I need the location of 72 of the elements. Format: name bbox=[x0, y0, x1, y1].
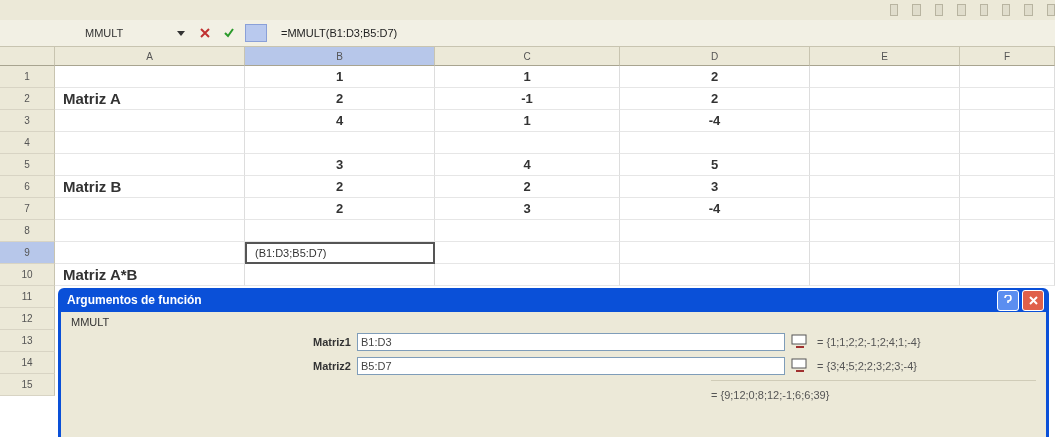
row-header[interactable]: 10 bbox=[0, 264, 55, 286]
close-icon bbox=[1028, 295, 1038, 305]
table-cell: 4 bbox=[245, 110, 435, 132]
table-cell: 1 bbox=[245, 66, 435, 88]
table-cell: 2 bbox=[245, 176, 435, 198]
column-header[interactable]: B bbox=[245, 47, 435, 66]
table-cell: 2 bbox=[620, 88, 810, 110]
table-cell: 3 bbox=[435, 198, 620, 220]
table-cell: 1 bbox=[435, 66, 620, 88]
select-all-corner[interactable] bbox=[0, 47, 55, 66]
toolbar-icon[interactable] bbox=[890, 4, 899, 16]
insert-function-button[interactable] bbox=[245, 24, 267, 42]
collapse-dialog-icon[interactable] bbox=[791, 334, 807, 350]
help-button[interactable] bbox=[997, 289, 1019, 311]
toolbar-icon[interactable] bbox=[1046, 4, 1055, 16]
toolbar-icon[interactable] bbox=[934, 4, 944, 16]
argument-label: Matriz1 bbox=[312, 336, 352, 348]
toolbar-icon[interactable] bbox=[979, 4, 988, 16]
table-cell: 2 bbox=[435, 176, 620, 198]
cancel-icon[interactable] bbox=[197, 26, 213, 40]
table-cell: Matriz A bbox=[55, 88, 245, 110]
row-header[interactable]: 14 bbox=[0, 352, 55, 374]
function-name: MMULT bbox=[71, 316, 111, 328]
name-box[interactable]: MMULT bbox=[85, 27, 165, 39]
table-cell: 2 bbox=[245, 198, 435, 220]
close-button[interactable] bbox=[1022, 289, 1044, 311]
argument-result: = {3;4;5;2;2;3;2;3;-4} bbox=[817, 360, 917, 372]
row-header[interactable]: 6 bbox=[0, 176, 55, 198]
row-header[interactable]: 5 bbox=[0, 154, 55, 176]
row-header[interactable]: 1 bbox=[0, 66, 55, 88]
table-cell: -4 bbox=[620, 110, 810, 132]
table-cell: 1 bbox=[435, 110, 620, 132]
row-header[interactable]: 8 bbox=[0, 220, 55, 242]
column-header[interactable]: A bbox=[55, 47, 245, 66]
dialog-title: Argumentos de función bbox=[67, 293, 202, 307]
formula-text[interactable]: =MMULT(B1:D3;B5:D7) bbox=[275, 27, 398, 39]
table-cell: Matriz B bbox=[55, 176, 245, 198]
table-cell: 3 bbox=[620, 176, 810, 198]
table-cell: 2 bbox=[245, 88, 435, 110]
column-header[interactable]: C bbox=[435, 47, 620, 66]
table-cell: 2 bbox=[620, 66, 810, 88]
input-field[interactable]: B1:D3 bbox=[357, 333, 785, 351]
row-header[interactable]: 13 bbox=[0, 330, 55, 352]
row-header[interactable]: 7 bbox=[0, 198, 55, 220]
toolbar-icon[interactable] bbox=[957, 4, 966, 16]
table-cell: -1 bbox=[435, 88, 620, 110]
table-cell: (B1:D3;B5:D7) bbox=[245, 242, 435, 264]
row-header[interactable]: 12 bbox=[0, 308, 55, 330]
table-cell: -4 bbox=[620, 198, 810, 220]
column-header[interactable]: F bbox=[960, 47, 1055, 66]
toolbar-icon[interactable] bbox=[1024, 4, 1033, 16]
column-header[interactable]: D bbox=[620, 47, 810, 66]
function-result: = {9;12;0;8;12;-1;6;6;39} bbox=[711, 380, 1036, 401]
row-header[interactable]: 2 bbox=[0, 88, 55, 110]
toolbar-icon[interactable] bbox=[912, 4, 921, 16]
table-cell: 3 bbox=[245, 154, 435, 176]
confirm-icon[interactable] bbox=[221, 26, 237, 40]
input-field[interactable]: B5:D7 bbox=[357, 357, 785, 375]
table-cell: 4 bbox=[435, 154, 620, 176]
column-header[interactable]: E bbox=[810, 47, 960, 66]
row-header[interactable]: 3 bbox=[0, 110, 55, 132]
toolbar-icon[interactable] bbox=[1001, 4, 1011, 16]
row-header[interactable]: 9 bbox=[0, 242, 55, 264]
argument-label: Matriz2 bbox=[312, 360, 352, 372]
table-cell: 5 bbox=[620, 154, 810, 176]
argument-result: = {1;1;2;2;-1;2;4;1;-4} bbox=[817, 336, 921, 348]
row-header[interactable]: 11 bbox=[0, 286, 55, 308]
collapse-dialog-icon[interactable] bbox=[791, 358, 807, 374]
row-header[interactable]: 15 bbox=[0, 374, 55, 396]
table-cell: Matriz A*B bbox=[55, 264, 245, 286]
help-icon bbox=[1004, 295, 1012, 305]
row-header[interactable]: 4 bbox=[0, 132, 55, 154]
